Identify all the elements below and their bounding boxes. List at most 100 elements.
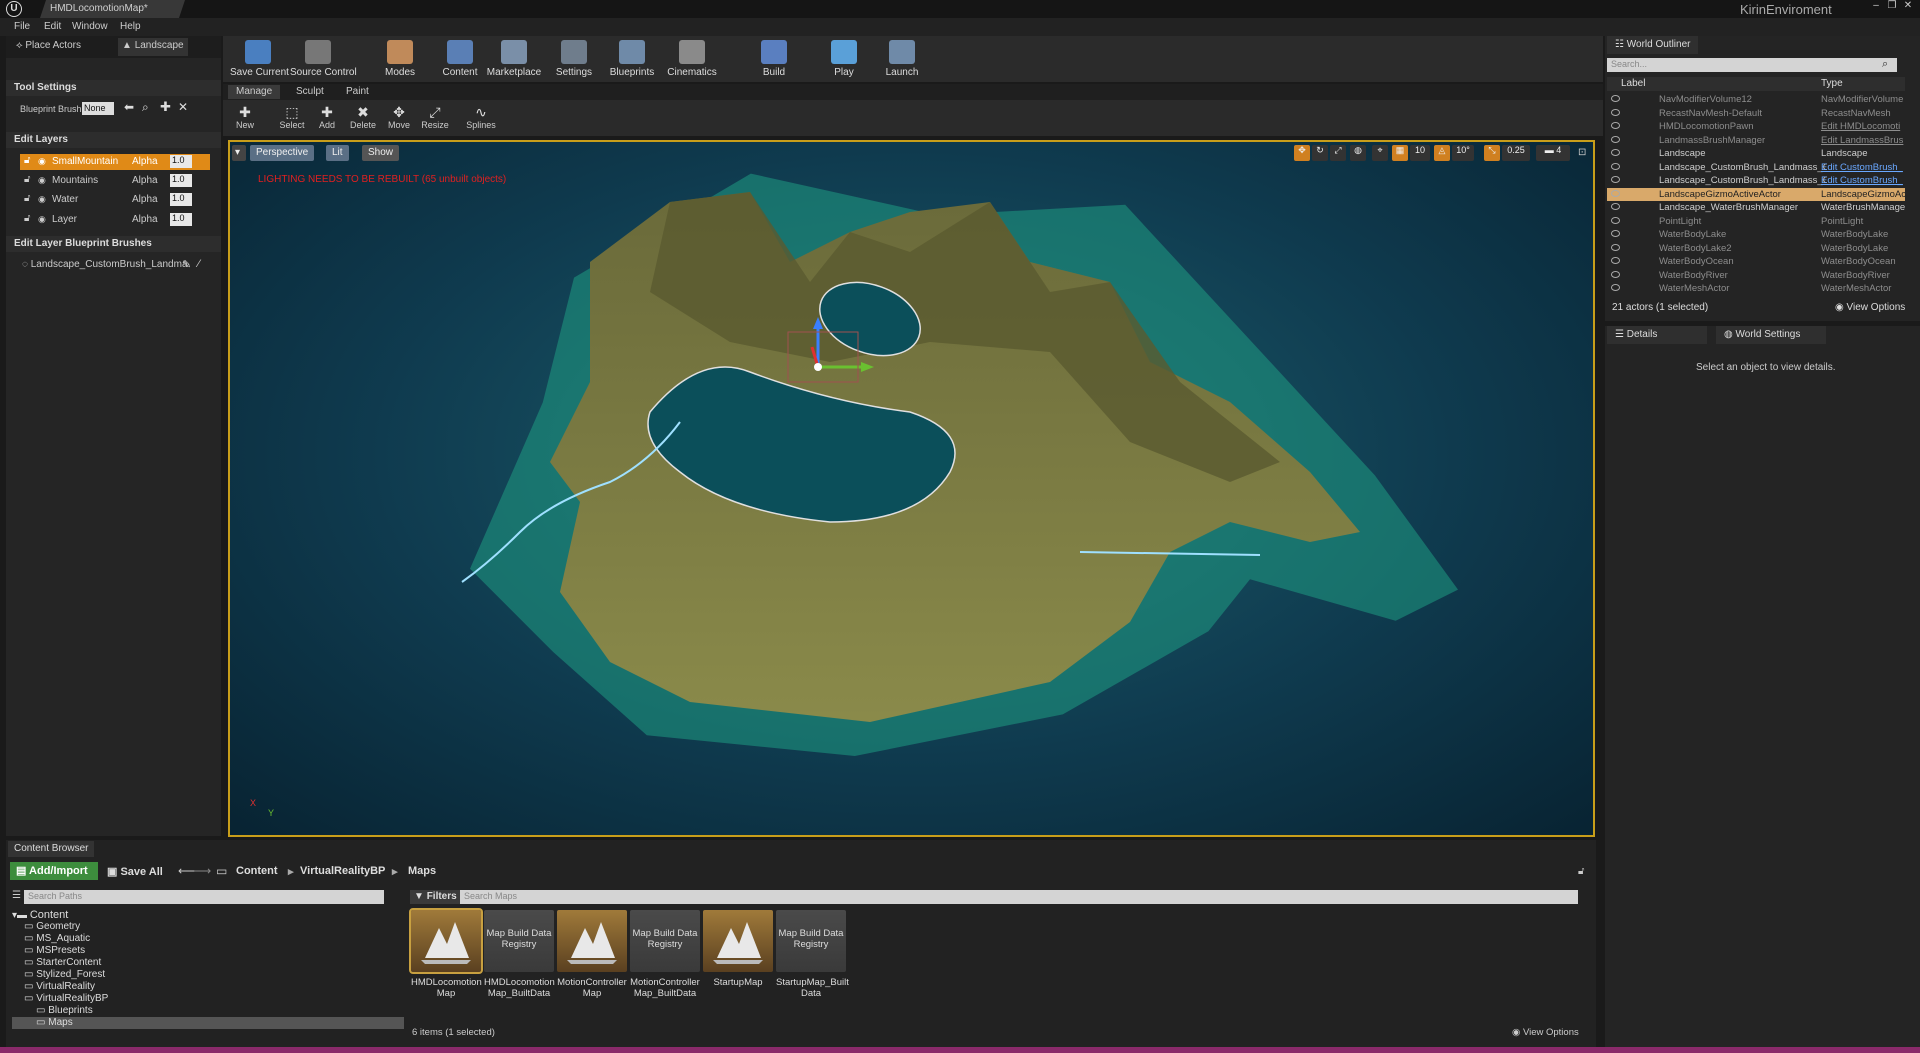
layer-row[interactable]: 🔓︎ ◉ SmallMountain Alpha 1.0 (20, 154, 210, 170)
alpha-input[interactable]: 1.0 (170, 155, 192, 168)
outliner-row[interactable]: RecastNavMesh-Default RecastNavMesh (1607, 107, 1905, 121)
grid-snap-value[interactable]: 10 (1410, 145, 1430, 161)
tab-place-actors[interactable]: ⟡ Place Actors (12, 38, 85, 56)
menu-file[interactable]: File (14, 21, 30, 32)
scale-snap-icon[interactable]: ⤡ (1484, 145, 1500, 161)
visibility-eye-icon[interactable]: ◉ (38, 214, 46, 225)
source-control-button[interactable]: Source Control (290, 36, 357, 82)
modes-button[interactable]: Modes (372, 36, 428, 82)
scale-mode-icon[interactable]: ⤢ (1330, 145, 1346, 161)
visibility-eye-icon[interactable] (1611, 108, 1620, 116)
outliner-search-input[interactable]: Search... (1607, 58, 1897, 72)
menu-window[interactable]: Window (72, 21, 108, 32)
alpha-input[interactable]: 1.0 (170, 193, 192, 206)
visibility-eye-icon[interactable]: ◉ (38, 194, 46, 205)
tab-paint[interactable]: Paint (338, 85, 377, 99)
breadcrumb-content[interactable]: Content (236, 865, 278, 877)
blueprint-brush-select[interactable]: None (82, 102, 114, 115)
folder-tree-item[interactable]: ▭ StarterContent (12, 957, 404, 969)
folder-tree-item[interactable]: ▭ Maps (12, 1017, 404, 1029)
rotate-mode-icon[interactable]: ↻ (1312, 145, 1328, 161)
translate-mode-icon[interactable]: ✥ (1294, 145, 1310, 161)
actor-type[interactable]: Edit HMDLocomoti (1821, 121, 1905, 132)
asset-tile[interactable]: StartupMap (703, 910, 773, 1004)
lock-icon[interactable]: 🔓︎ (1578, 866, 1584, 877)
edit-brushes-header[interactable]: Edit Layer Blueprint Brushes (6, 236, 221, 252)
asset-tile[interactable]: HMDLocomotion Map (409, 908, 483, 1004)
visibility-eye-icon[interactable]: ◉ (38, 175, 46, 186)
edit-layers-header[interactable]: Edit Layers (6, 132, 221, 148)
pick-brush-icon[interactable]: ⁄ (198, 258, 200, 270)
build-button[interactable]: Build (746, 36, 802, 82)
lock-icon[interactable]: 🔓︎ (24, 213, 30, 224)
outliner-row[interactable]: Landscape Landscape (1607, 147, 1905, 161)
alpha-input[interactable]: 1.0 (170, 213, 192, 226)
folder-tree-item[interactable]: ▾▬ Content (12, 909, 404, 921)
lit-button[interactable]: Lit (326, 145, 349, 161)
cinematics-button[interactable]: Cinematics (664, 36, 720, 82)
grid-snap-icon[interactable]: ▦ (1392, 145, 1408, 161)
level-viewport[interactable] (228, 140, 1595, 837)
show-button[interactable]: Show (362, 145, 400, 161)
close-icon[interactable]: ✕ (1900, 0, 1916, 14)
tab-world-outliner[interactable]: ☷ World Outliner (1607, 36, 1699, 54)
visibility-eye-icon[interactable] (1611, 162, 1620, 170)
outliner-row[interactable]: LandscapeGizmoActiveActor LandscapeGizmoA… (1607, 187, 1905, 201)
visibility-eye-icon[interactable] (1611, 149, 1620, 156)
tool-delete[interactable]: ✖ Delete (346, 101, 380, 135)
save-all-button[interactable]: ▣ Save All (104, 862, 166, 881)
visibility-eye-icon[interactable] (1611, 243, 1620, 251)
visibility-eye-icon[interactable] (1611, 203, 1620, 210)
tool-resize[interactable]: ⤢ Resize (418, 101, 452, 135)
minimize-icon[interactable]: – (1868, 0, 1884, 14)
outliner-row[interactable]: NavModifierVolume12 NavModifierVolume (1607, 93, 1905, 107)
forward-icon[interactable]: ⟶ (194, 864, 211, 878)
maximize-icon[interactable]: ❐ (1884, 0, 1900, 14)
visibility-eye-icon[interactable] (1611, 122, 1620, 129)
asset-search-input[interactable]: Search Maps (460, 890, 1578, 904)
edit-brush-icon[interactable]: ✎ (182, 258, 191, 271)
asset-tile[interactable]: Map Build Data Registry StartupMap_Built … (776, 910, 849, 1004)
tab-content-browser[interactable]: Content Browser (8, 841, 95, 857)
surface-snap-icon[interactable]: ⌖ (1372, 145, 1388, 161)
settings-button[interactable]: Settings (546, 36, 602, 82)
tool-add[interactable]: ✚ Add (310, 101, 344, 135)
add-icon[interactable]: ✚ (160, 99, 171, 115)
tool-new[interactable]: ✚ New (228, 101, 262, 135)
folder-tree-item[interactable]: ▭ MS_Aquatic (12, 933, 404, 945)
search-icon[interactable]: ⌕ (142, 100, 149, 115)
layer-row[interactable]: 🔓︎ ◉ Mountains Alpha 1.0 (20, 173, 210, 189)
folder-tree-item[interactable]: ▭ VirtualReality (12, 981, 404, 993)
breadcrumb-virtualrealitybp[interactable]: VirtualRealityBP (300, 865, 385, 877)
asset-tile[interactable]: MotionController Map (557, 910, 627, 1004)
cb-view-options-button[interactable]: ◉ View Options (1512, 1027, 1579, 1038)
tab-sculpt[interactable]: Sculpt (288, 85, 332, 99)
tab-details[interactable]: ☰ Details (1607, 326, 1707, 344)
perspective-button[interactable]: Perspective (250, 145, 315, 161)
outliner-row[interactable]: WaterBodyRiver WaterBodyRiver (1607, 269, 1905, 283)
menu-edit[interactable]: Edit (44, 21, 61, 32)
visibility-eye-icon[interactable] (1611, 95, 1620, 102)
outliner-row[interactable]: WaterBodyLake WaterBodyLake (1607, 228, 1905, 242)
visibility-eye-icon[interactable] (1611, 257, 1620, 264)
lock-icon[interactable]: 🔓︎ (24, 193, 30, 204)
type-column-header[interactable]: Type (1821, 78, 1843, 89)
visibility-eye-icon[interactable] (1611, 284, 1620, 291)
visibility-eye-icon[interactable] (1611, 135, 1620, 143)
add-import-button[interactable]: ▤ Add/Import (10, 862, 98, 880)
launch-button[interactable]: Launch (874, 36, 930, 82)
lock-icon[interactable]: 🔓︎ (24, 174, 30, 185)
outliner-row[interactable]: Landscape_CustomBrush_Landmass_C Edit Cus… (1607, 161, 1905, 175)
tool-settings-header[interactable]: Tool Settings (6, 80, 221, 96)
path-search-input[interactable]: Search Paths (24, 890, 384, 904)
menu-help[interactable]: Help (120, 21, 141, 32)
scale-snap-value[interactable]: 0.25 (1502, 145, 1530, 161)
asset-tile[interactable]: Map Build Data Registry MotionController … (630, 910, 700, 1004)
outliner-row[interactable]: Landscape_CustomBrush_Landmass_C Edit Cus… (1607, 174, 1905, 188)
breadcrumb-maps[interactable]: Maps (408, 865, 436, 877)
visibility-eye-icon[interactable]: ◉ (38, 156, 46, 167)
alpha-input[interactable]: 1.0 (170, 174, 192, 187)
visibility-eye-icon[interactable] (1611, 270, 1620, 278)
visibility-eye-icon[interactable] (1611, 189, 1620, 197)
unreal-logo-icon[interactable]: U (6, 1, 22, 17)
